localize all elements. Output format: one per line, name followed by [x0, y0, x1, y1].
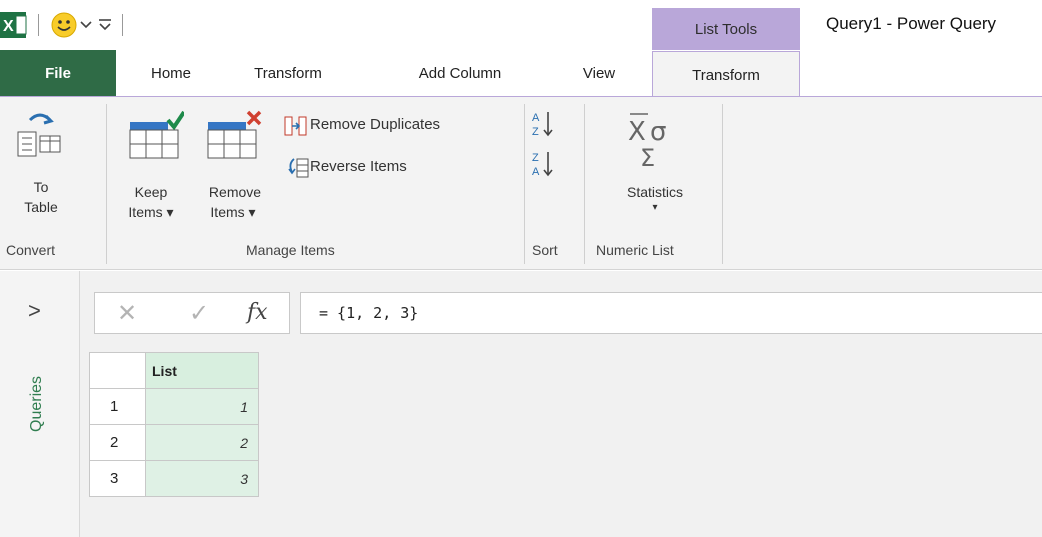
group-label-convert: Convert — [6, 242, 56, 258]
tab-home-label: Home — [150, 64, 191, 82]
insert-function-icon[interactable]: fx — [247, 300, 268, 325]
keep-items-label-line2: Items ▾ — [128, 204, 174, 220]
svg-text:Z: Z — [532, 126, 539, 138]
cancel-formula-icon[interactable]: ✕ — [117, 299, 137, 328]
sort-ascending-icon: A Z — [532, 112, 553, 138]
column-header-list[interactable]: List — [145, 352, 259, 389]
sort-descending-icon: Z A — [532, 152, 553, 178]
reverse-items-label: Reverse Items — [310, 158, 407, 175]
to-table-button[interactable]: To Table — [6, 104, 98, 236]
svg-text:X: X — [3, 18, 14, 35]
formula-bar-buttons: ✕ ✓ fx — [94, 292, 290, 334]
excel-icon[interactable]: X — [0, 12, 34, 38]
sort-ascending-button[interactable]: A Z — [530, 108, 566, 142]
table-cell[interactable]: 1 — [145, 388, 259, 425]
tab-file-label: File — [45, 64, 71, 82]
formula-input[interactable]: = {1, 2, 3} — [300, 292, 1042, 334]
keep-items-button[interactable]: Keep Items ▾ — [118, 104, 192, 234]
group-label-numeric-list: Numeric List — [596, 242, 674, 258]
tab-view[interactable]: View — [556, 50, 642, 96]
keep-items-label-line1: Keep — [134, 184, 168, 200]
tab-transform-label: Transform — [254, 64, 322, 82]
to-table-icon — [17, 113, 61, 157]
tab-list-transform-label: Transform — [692, 66, 760, 84]
qat-divider — [122, 14, 123, 36]
remove-items-icon — [207, 110, 262, 159]
remove-duplicates-button[interactable]: Remove Duplicates — [282, 112, 518, 140]
keep-items-icon — [129, 110, 184, 159]
row-number: 3 — [89, 460, 146, 497]
expand-queries-chevron-icon[interactable]: > — [28, 298, 41, 324]
svg-text:A: A — [532, 166, 540, 178]
queries-pane-toggle[interactable]: Queries — [20, 350, 60, 440]
row-number: 2 — [89, 424, 146, 461]
table-cell[interactable]: 3 — [145, 460, 259, 497]
svg-text:A: A — [532, 112, 540, 124]
statistics-icon: X σ Σ — [628, 113, 666, 168]
tab-file[interactable]: File — [0, 50, 116, 96]
smiley-icon[interactable] — [50, 11, 78, 39]
table-row: 2 2 — [89, 424, 259, 461]
group-label-manage-items: Manage Items — [246, 242, 335, 258]
ribbon-divider — [584, 104, 585, 264]
to-table-label-line2: Table — [24, 199, 58, 215]
tab-list-transform[interactable]: Transform — [652, 51, 800, 98]
remove-duplicates-icon — [284, 116, 307, 136]
list-tools-label: List Tools — [694, 20, 758, 38]
tab-add-column[interactable]: Add Column — [386, 50, 534, 96]
grid-corner-cell[interactable] — [89, 352, 146, 389]
statistics-dropdown-icon: ▾ — [652, 202, 658, 213]
table-row: 1 1 — [89, 388, 259, 425]
formula-text: = {1, 2, 3} — [319, 304, 419, 322]
row-number: 1 — [89, 388, 146, 425]
table-header-row: List — [89, 352, 259, 389]
qat-divider — [38, 14, 39, 36]
svg-text:Z: Z — [532, 152, 539, 164]
dropdown-arrow-icon[interactable] — [80, 20, 92, 30]
remove-items-button[interactable]: Remove Items ▾ — [196, 104, 276, 234]
queries-label: Queries — [28, 375, 45, 432]
tab-home[interactable]: Home — [126, 50, 216, 96]
ribbon-divider — [524, 104, 525, 264]
tab-view-label: View — [582, 64, 616, 82]
remove-duplicates-label: Remove Duplicates — [310, 116, 441, 133]
window-title: Query1 - Power Query — [826, 14, 997, 33]
svg-text:σ: σ — [650, 117, 666, 147]
tab-transform[interactable]: Transform — [228, 50, 348, 96]
contextual-tab-group-list-tools: List Tools — [652, 8, 800, 50]
ribbon-divider — [106, 104, 107, 264]
statistics-button[interactable]: X σ Σ Statistics ▾ — [600, 104, 710, 234]
svg-text:Σ: Σ — [640, 144, 655, 168]
remove-items-label-line1: Remove — [208, 184, 262, 200]
customize-icon[interactable] — [98, 16, 112, 32]
sort-descending-button[interactable]: Z A — [530, 148, 566, 182]
table-row: 3 3 — [89, 460, 259, 497]
data-grid: List 1 1 2 2 3 3 — [89, 352, 259, 497]
svg-text:X: X — [628, 117, 646, 147]
reverse-items-icon — [288, 158, 309, 178]
remove-items-label-line2: Items ▾ — [210, 204, 256, 220]
table-cell[interactable]: 2 — [145, 424, 259, 461]
ribbon-divider — [722, 104, 723, 264]
group-label-sort: Sort — [532, 242, 558, 258]
commit-formula-icon[interactable]: ✓ — [189, 299, 209, 328]
reverse-items-button[interactable]: Reverse Items — [282, 154, 472, 182]
tab-add-column-label: Add Column — [418, 64, 502, 82]
to-table-label-line1: To — [33, 179, 49, 195]
statistics-label: Statistics — [626, 184, 683, 200]
